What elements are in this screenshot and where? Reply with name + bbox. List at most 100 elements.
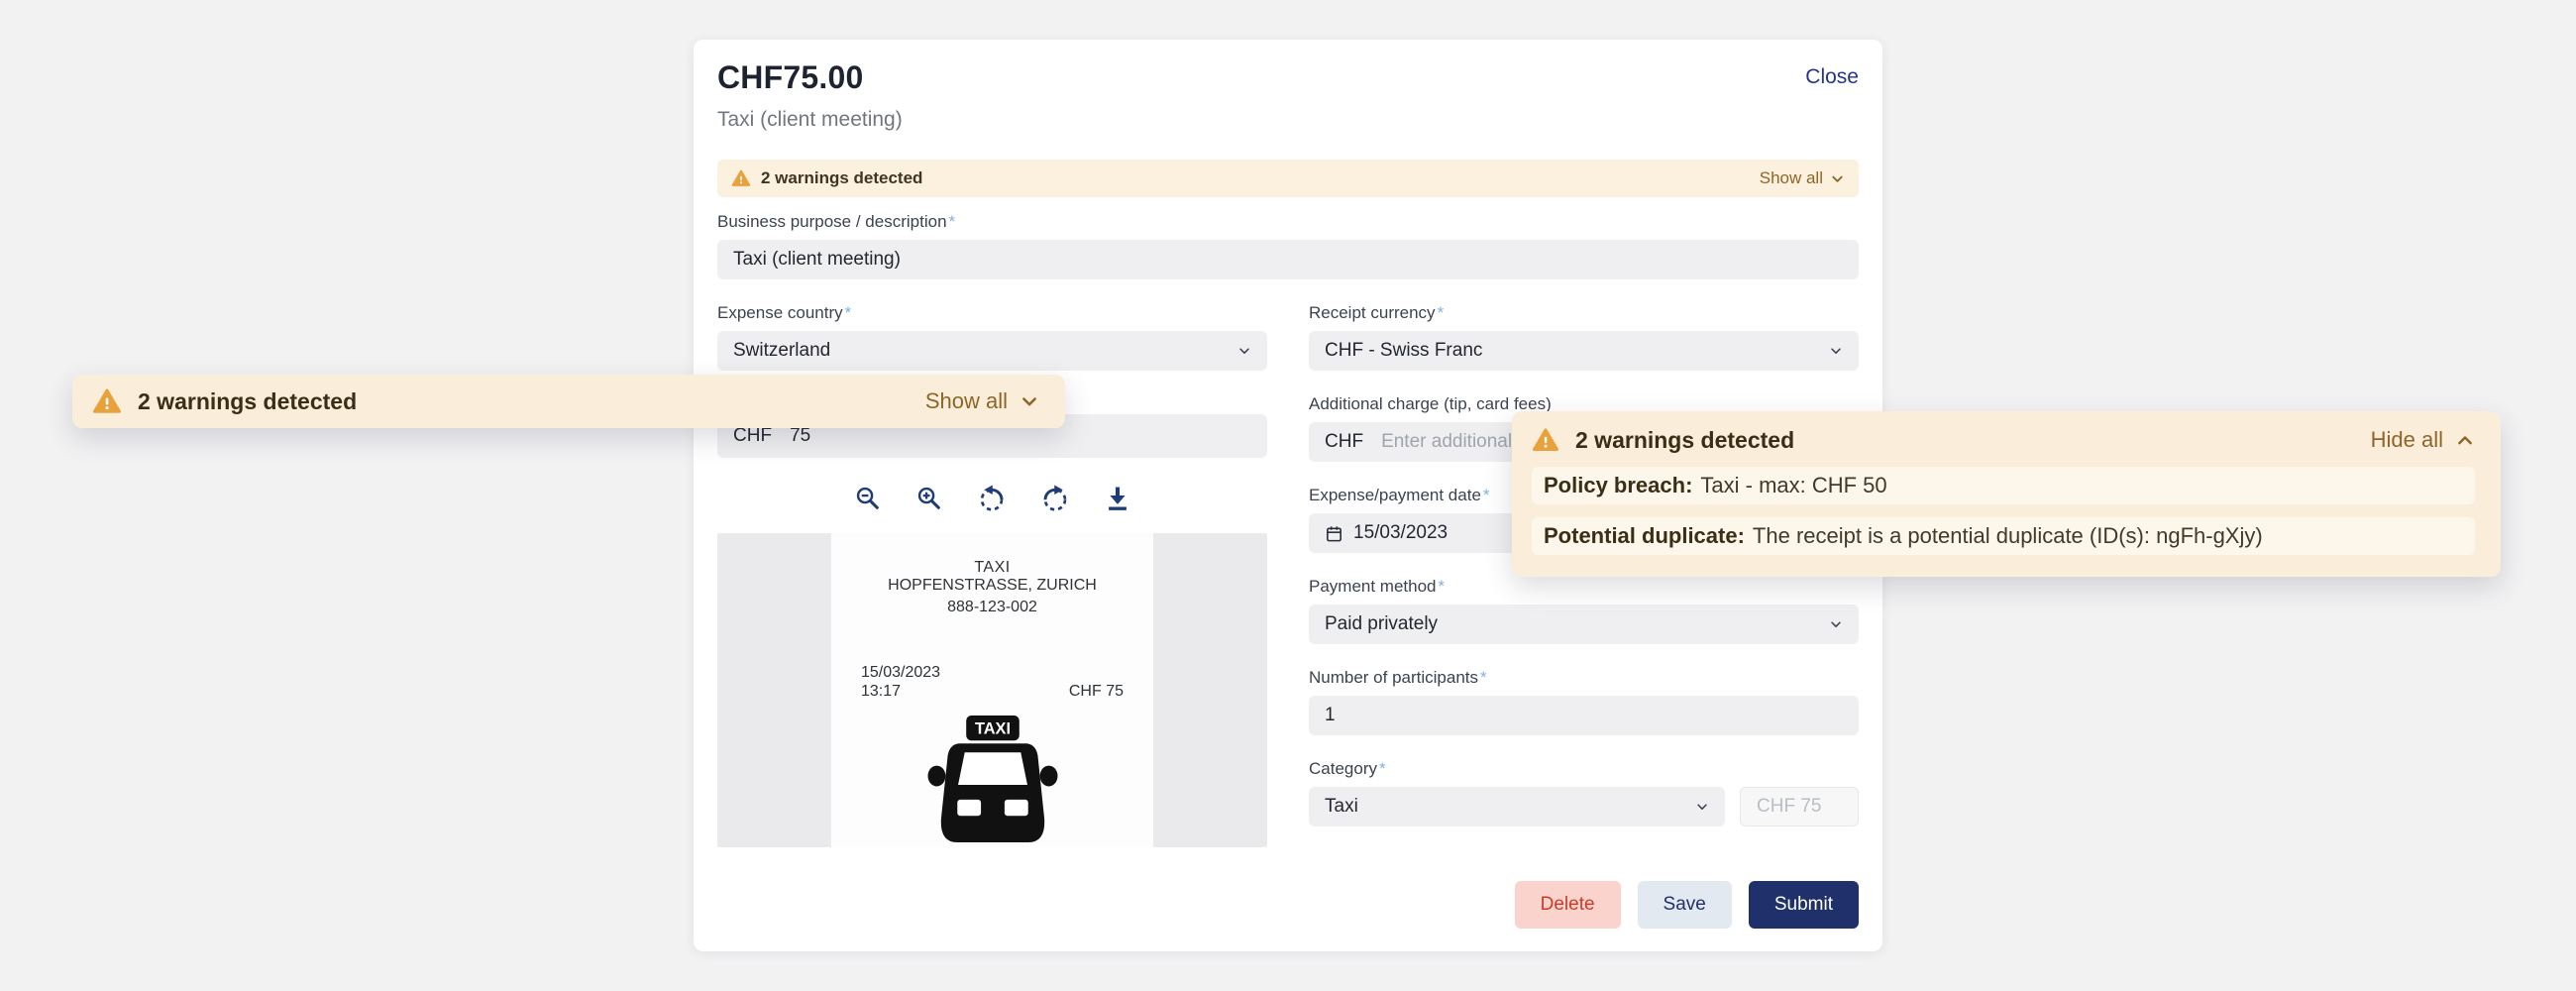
receipt-image: TAXI HOPFENSTRASSE, ZURICH 888-123-002 1…	[831, 533, 1153, 847]
warnings-count-text: 2 warnings detected	[1575, 427, 1794, 454]
label-text: Additional charge (tip, card fees)	[1309, 394, 1552, 413]
warnings-count-text: 2 warnings detected	[138, 388, 357, 415]
warnings-tooltip-collapsed: 2 warnings detected Show all	[72, 375, 1065, 428]
receipt-currency-select[interactable]: CHF - Swiss Franc	[1309, 331, 1859, 371]
banner-show-all-button[interactable]: Show all	[1760, 168, 1845, 188]
chevron-down-icon	[1829, 617, 1843, 631]
chevron-down-icon	[1020, 391, 1039, 411]
warning-item-potential-duplicate: Potential duplicate: The receipt is a po…	[1532, 517, 2475, 555]
required-marker: *	[949, 212, 956, 231]
warning-icon	[1532, 426, 1559, 454]
chevron-down-icon	[1829, 344, 1843, 358]
modal-footer: Delete Save Submit	[1515, 881, 1859, 929]
business-purpose-input[interactable]: Taxi (client meeting)	[717, 240, 1859, 279]
zoom-out-icon[interactable]	[854, 485, 882, 512]
save-button[interactable]: Save	[1638, 881, 1732, 929]
hide-all-label: Hide all	[2371, 427, 2443, 453]
expense-country-field: Expense country* Switzerland	[717, 303, 1267, 371]
category-label: Category*	[1309, 759, 1859, 779]
chevron-down-icon	[1830, 171, 1845, 186]
required-marker: *	[1439, 577, 1446, 596]
warnings-banner-text: 2 warnings detected	[761, 168, 922, 188]
category-value: Taxi	[1325, 796, 1358, 818]
expense-date-value: 15/03/2023	[1353, 522, 1448, 544]
label-text: Category	[1309, 759, 1377, 778]
payment-method-select[interactable]: Paid privately	[1309, 605, 1859, 644]
receipt-amount: CHF 75	[1069, 683, 1124, 701]
show-all-button[interactable]: Show all	[925, 388, 1039, 414]
receipt-phone: 888-123-002	[831, 599, 1153, 616]
show-all-label: Show all	[925, 388, 1008, 414]
rotate-left-icon[interactable]	[977, 484, 1007, 513]
payment-method-value: Paid privately	[1325, 613, 1438, 635]
chevron-down-icon	[1695, 800, 1709, 814]
svg-text:TAXI: TAXI	[974, 720, 1010, 738]
warning-title: Policy breach:	[1544, 473, 1692, 498]
required-marker: *	[1480, 668, 1487, 687]
required-marker: *	[1379, 759, 1386, 778]
participants-input[interactable]: 1	[1309, 696, 1859, 735]
form-right-column: Receipt currency* CHF - Swiss Franc Addi…	[1309, 303, 1859, 850]
warning-title: Potential duplicate:	[1544, 523, 1745, 549]
warning-icon	[731, 168, 751, 188]
warnings-popover-expanded: 2 warnings detected Hide all Policy brea…	[1512, 411, 2501, 577]
required-marker: *	[845, 303, 852, 322]
warnings-banner: 2 warnings detected Show all	[717, 160, 1859, 197]
receipt-viewer-toolbar	[717, 484, 1267, 513]
participants-field: Number of participants* 1	[1309, 668, 1859, 735]
banner-show-all-label: Show all	[1760, 168, 1823, 188]
chevron-up-icon	[2455, 430, 2475, 450]
receipt-viewer[interactable]: TAXI HOPFENSTRASSE, ZURICH 888-123-002 1…	[717, 533, 1267, 847]
label-text: Expense/payment date	[1309, 486, 1481, 504]
business-purpose-field: Business purpose / description* Taxi (cl…	[717, 212, 1859, 279]
receipt-date: 15/03/2023	[861, 664, 940, 682]
label-text: Business purpose / description	[717, 212, 947, 231]
receipt-time-amount-row: 13:17 CHF 75	[861, 683, 1124, 701]
expense-country-value: Switzerland	[733, 340, 830, 362]
category-amount-display: CHF 75	[1740, 787, 1859, 826]
category-field: Category* Taxi CHF 75	[1309, 759, 1859, 826]
receipt-currency-label: Receipt currency*	[1309, 303, 1859, 323]
receipt-time: 13:17	[861, 683, 901, 701]
category-select[interactable]: Taxi	[1309, 787, 1725, 826]
required-marker: *	[1438, 303, 1445, 322]
modal-header: CHF75.00 Close	[717, 59, 1859, 96]
currency-prefix: CHF	[1325, 431, 1363, 453]
payment-method-field: Payment method* Paid privately	[1309, 577, 1859, 644]
required-marker: *	[1483, 486, 1490, 504]
currency-prefix: CHF	[733, 425, 772, 447]
category-amount-value: CHF 75	[1757, 796, 1821, 818]
close-button[interactable]: Close	[1805, 59, 1859, 89]
submit-button[interactable]: Submit	[1749, 881, 1859, 929]
participants-value: 1	[1325, 705, 1336, 726]
payment-method-label: Payment method*	[1309, 577, 1859, 597]
delete-button[interactable]: Delete	[1515, 881, 1621, 929]
receipt-address: HOPFENSTRASSE, ZURICH	[831, 577, 1153, 595]
label-text: Payment method	[1309, 577, 1437, 596]
label-text: Expense country	[717, 303, 843, 322]
receipt-merchant: TAXI	[831, 559, 1153, 577]
warnings-popover-header: 2 warnings detected Hide all	[1532, 426, 2475, 454]
taxi-icon: TAXI	[918, 716, 1067, 842]
chevron-down-icon	[1237, 344, 1251, 358]
warning-detail: Taxi - max: CHF 50	[1700, 473, 1886, 498]
receipt-currency-field: Receipt currency* CHF - Swiss Franc	[1309, 303, 1859, 371]
warning-icon	[92, 386, 122, 416]
calendar-icon	[1325, 524, 1343, 543]
hide-all-button[interactable]: Hide all	[2371, 427, 2475, 453]
download-icon[interactable]	[1104, 485, 1131, 512]
business-purpose-value: Taxi (client meeting)	[733, 249, 901, 271]
warning-item-policy-breach: Policy breach: Taxi - max: CHF 50	[1532, 467, 2475, 504]
receipt-amount-value: 75	[790, 425, 810, 447]
expense-country-select[interactable]: Switzerland	[717, 331, 1267, 371]
expense-subtitle: Taxi (client meeting)	[717, 108, 1859, 132]
rotate-right-icon[interactable]	[1040, 484, 1070, 513]
label-text: Number of participants	[1309, 668, 1478, 687]
participants-label: Number of participants*	[1309, 668, 1859, 688]
expense-country-label: Expense country*	[717, 303, 1267, 323]
label-text: Receipt currency	[1309, 303, 1436, 322]
business-purpose-label: Business purpose / description*	[717, 212, 1859, 232]
receipt-currency-value: CHF - Swiss Franc	[1325, 340, 1482, 362]
expense-amount-title: CHF75.00	[717, 59, 863, 96]
zoom-in-icon[interactable]	[915, 485, 943, 512]
